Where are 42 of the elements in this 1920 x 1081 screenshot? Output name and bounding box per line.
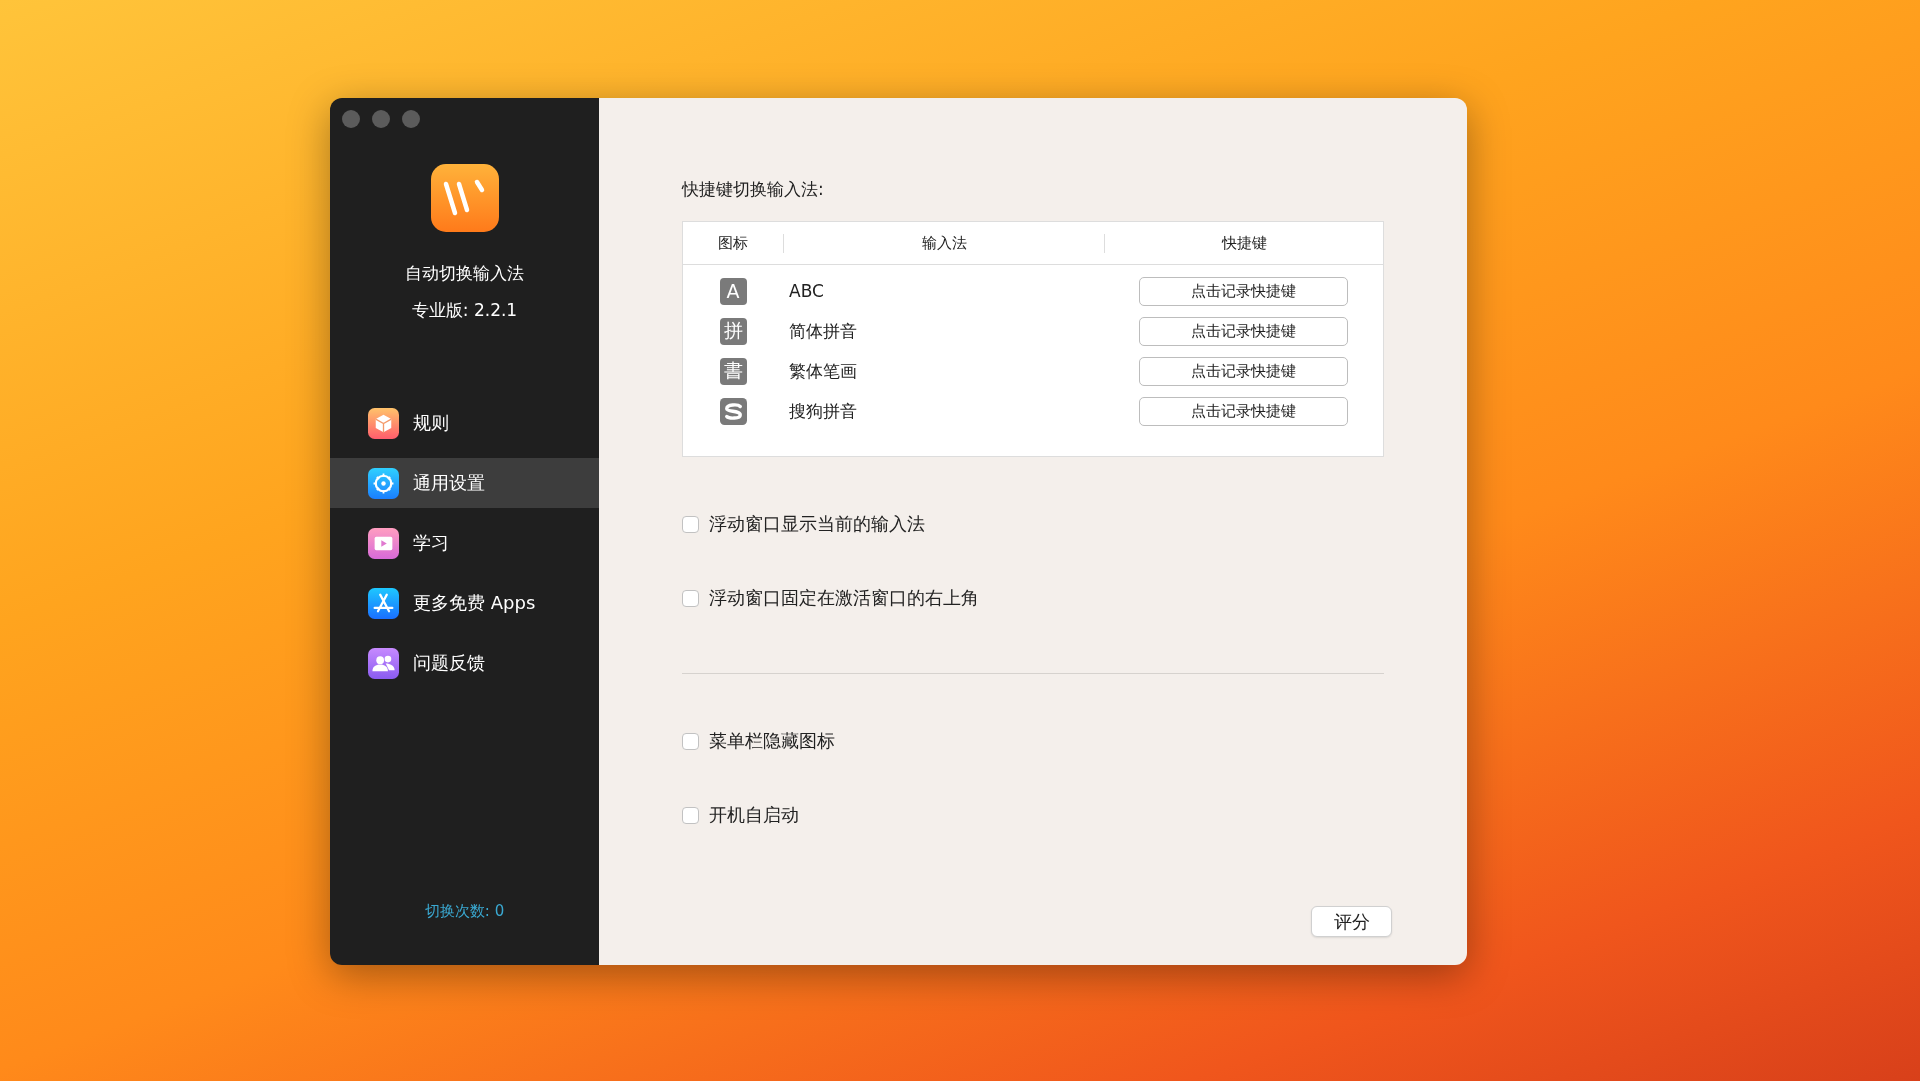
option-label: 开机自启动 [709,803,799,827]
option-label: 浮动窗口显示当前的输入法 [709,512,925,536]
input-method-name: 搜狗拼音 [788,399,858,423]
option-label: 浮动窗口固定在激活窗口的右上角 [709,586,979,610]
input-method-icon: 拼 [719,317,747,345]
checkbox[interactable] [682,515,699,533]
input-method-icon [719,397,747,425]
zoom-button[interactable] [402,110,420,128]
sidebar-item[interactable]: 更多免费 Apps [330,573,599,633]
sidebar-item[interactable]: 学习 [330,513,599,573]
checkbox[interactable] [682,732,699,750]
column-header: 快捷键 [1220,233,1268,253]
video-icon [368,527,399,559]
record-shortcut-button[interactable]: 点击记录快捷键 [1138,276,1348,306]
rate-button[interactable]: 评分 [1311,906,1392,937]
app-name: 自动切换输入法 [405,262,524,285]
sidebar-item[interactable]: 规则 [330,393,599,453]
app-logo-icon [430,164,499,232]
record-shortcut-button[interactable]: 点击记录快捷键 [1138,356,1348,386]
sidebar-item[interactable]: 通用设置 [330,458,599,508]
close-button[interactable] [342,110,360,128]
option-label: 菜单栏隐藏图标 [709,729,835,753]
input-method-name: 繁体笔画 [788,359,858,383]
checkbox[interactable] [682,589,699,607]
settings-icon [368,467,399,499]
people-icon [368,647,399,679]
checkbox[interactable] [682,806,699,824]
version-label: 专业版: 2.2.1 [411,299,518,322]
cube-icon [368,407,399,439]
input-method-name: 简体拼音 [788,319,858,343]
input-method-icon: A [719,277,747,305]
minimize-button[interactable] [372,110,390,128]
app-store-icon [368,587,399,619]
record-shortcut-button[interactable]: 点击记录快捷键 [1138,396,1348,426]
input-method-icon: 書 [719,357,747,385]
section-title: 快捷键切换输入法: [682,178,825,201]
sidebar-item[interactable]: 问题反馈 [330,633,599,693]
input-method-name: ABC [788,281,825,301]
record-shortcut-button[interactable]: 点击记录快捷键 [1138,316,1348,346]
column-header: 图标 [717,233,749,253]
switch-count-label: 切换次数: 0 [424,902,505,921]
column-header: 输入法 [783,233,1105,253]
